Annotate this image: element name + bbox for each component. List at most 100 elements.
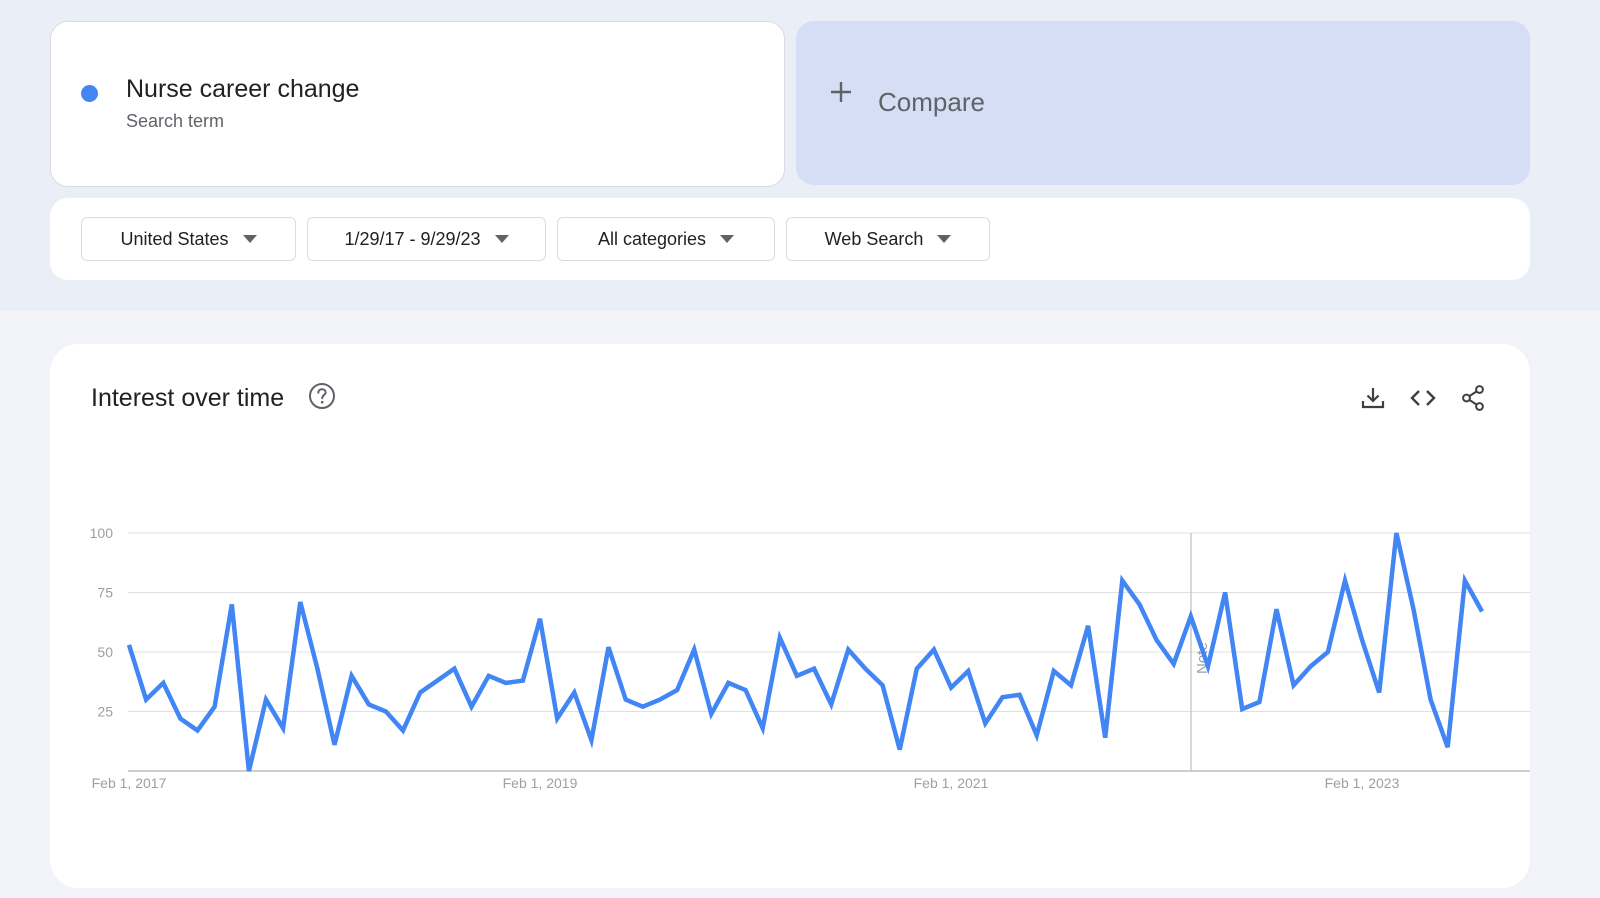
data-point (572, 691, 576, 695)
data-point (1035, 733, 1039, 737)
filter-search-type-label: Web Search (824, 228, 924, 249)
filter-date-range-label: 1/29/17 - 9/29/23 (344, 228, 481, 249)
data-point (846, 648, 850, 652)
data-point (1172, 662, 1176, 666)
data-point (1052, 669, 1056, 673)
y-tick-label: 100 (90, 525, 114, 541)
filter-region-label: United States (120, 228, 229, 249)
data-point (1240, 707, 1244, 711)
data-point (555, 717, 559, 721)
data-point (1086, 624, 1090, 628)
data-point (435, 679, 439, 683)
data-point (932, 648, 936, 652)
data-point (709, 712, 713, 716)
search-term-subtitle: Search term (126, 111, 225, 131)
data-point (538, 617, 542, 621)
series-color-dot (81, 85, 98, 102)
data-point (1103, 736, 1107, 740)
x-tick-label: Feb 1, 2017 (92, 775, 167, 791)
data-point (1480, 610, 1484, 614)
data-point (966, 669, 970, 673)
data-point (1001, 695, 1005, 699)
data-point (1343, 579, 1347, 583)
x-tick-label: Feb 1, 2019 (503, 775, 578, 791)
data-point (178, 717, 182, 721)
caret-down-icon (494, 235, 509, 243)
data-point (1018, 693, 1022, 697)
data-point (658, 698, 662, 702)
data-point (881, 683, 885, 687)
data-point (1206, 664, 1210, 668)
data-point (1412, 607, 1416, 611)
data-point (915, 667, 919, 671)
data-point (1377, 691, 1381, 695)
data-point (641, 705, 645, 709)
data-point (452, 667, 456, 671)
data-point (127, 643, 131, 647)
data-point (1223, 591, 1227, 595)
compare-button[interactable]: Compare (796, 21, 1530, 185)
data-point (778, 636, 782, 640)
data-point (863, 667, 867, 671)
data-point (1069, 683, 1073, 687)
data-point (983, 721, 987, 725)
data-point (230, 602, 234, 606)
x-tick-label: Feb 1, 2021 (914, 775, 989, 791)
data-point (1463, 579, 1467, 583)
data-point (333, 743, 337, 747)
data-point (213, 705, 217, 709)
data-point (761, 726, 765, 730)
data-point (1394, 531, 1398, 535)
data-point (281, 726, 285, 730)
data-point (1360, 638, 1364, 642)
data-point (692, 648, 696, 652)
filter-bar: United States 1/29/17 - 9/29/23 All cate… (50, 198, 1530, 280)
data-point (1275, 607, 1279, 611)
data-point (624, 698, 628, 702)
data-point (1309, 664, 1313, 668)
data-point (418, 691, 422, 695)
data-point (675, 688, 679, 692)
data-point (1429, 698, 1433, 702)
data-point (367, 702, 371, 706)
filter-region-dropdown[interactable]: United States (81, 217, 296, 261)
data-point (1446, 745, 1450, 749)
data-point (744, 688, 748, 692)
interest-over-time-card: Interest over time 25 50 75 100 Note Feb 1, 2… (50, 344, 1530, 888)
search-term-card[interactable]: Nurse career change Search term (50, 21, 785, 187)
data-point (350, 674, 354, 678)
data-point (487, 674, 491, 678)
y-tick-label: 50 (97, 644, 113, 660)
data-point (161, 681, 165, 685)
data-point (1189, 614, 1193, 618)
x-tick-label: Feb 1, 2023 (1325, 775, 1400, 791)
y-tick-label: 25 (97, 704, 113, 720)
data-point (795, 674, 799, 678)
data-point (264, 698, 268, 702)
data-point (898, 748, 902, 752)
data-point (726, 681, 730, 685)
data-point (384, 710, 388, 714)
data-point (196, 729, 200, 733)
data-point (812, 667, 816, 671)
compare-label: Compare (878, 87, 985, 117)
data-point (1292, 683, 1296, 687)
filter-date-range-dropdown[interactable]: 1/29/17 - 9/29/23 (307, 217, 546, 261)
y-tick-label: 75 (97, 585, 113, 601)
data-point (589, 738, 593, 742)
data-point (504, 681, 508, 685)
plus-icon (831, 82, 851, 102)
caret-down-icon (937, 235, 952, 243)
data-point (144, 698, 148, 702)
data-point (470, 705, 474, 709)
data-point (1326, 650, 1330, 654)
data-point (607, 645, 611, 649)
filter-search-type-dropdown[interactable]: Web Search (786, 217, 990, 261)
data-point (521, 679, 525, 683)
data-point (1138, 602, 1142, 606)
search-term-name[interactable]: Nurse career change (126, 75, 359, 104)
data-point (1155, 638, 1159, 642)
caret-down-icon (242, 235, 257, 243)
filter-category-dropdown[interactable]: All categories (557, 217, 775, 261)
interest-over-time-chart[interactable]: 255075100NoteFeb 1, 2017 Feb 1, 2019 Feb 1… (50, 344, 1530, 888)
